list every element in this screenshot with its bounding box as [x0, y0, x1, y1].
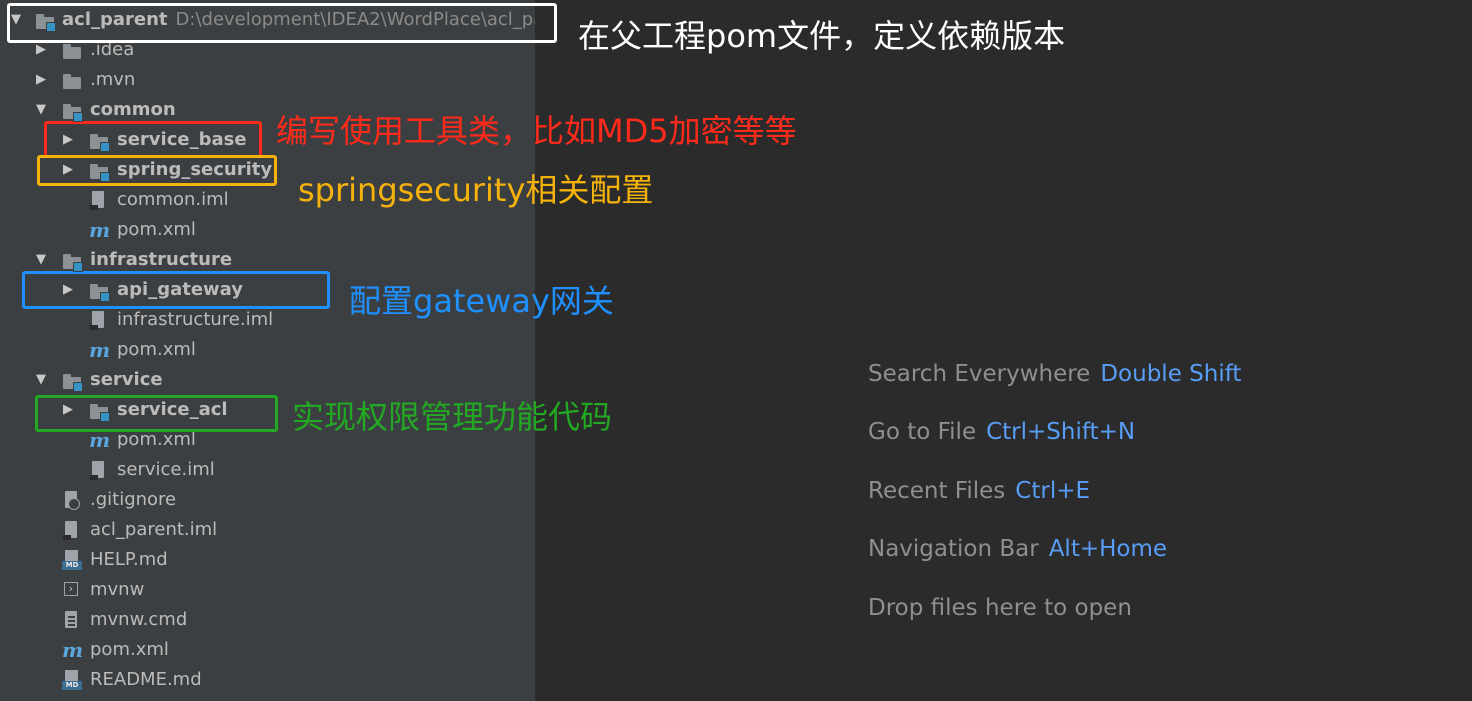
tree-item-label: acl_parent.iml — [90, 519, 218, 540]
module-folder-icon — [62, 100, 83, 122]
hint-navigation-bar: Navigation Bar Alt+Home — [868, 536, 1168, 562]
highlight-box-service-acl — [35, 395, 278, 432]
annotation-api-gateway: 配置gateway网关 — [349, 282, 614, 320]
maven-icon: m — [89, 428, 111, 452]
text-file-icon — [62, 610, 82, 630]
tree-item-label: service.iml — [117, 459, 215, 480]
tree-item-label: mvnw.cmd — [90, 609, 188, 630]
tree-item-label: pom.xml — [117, 339, 196, 360]
highlight-box-spring-security — [37, 155, 277, 186]
folder-icon — [62, 70, 82, 90]
maven-icon: m — [89, 218, 111, 242]
iml-file-icon — [89, 460, 109, 480]
tree-item-label: service — [90, 369, 163, 390]
project-tree-panel: ▼ acl_parent D:\development\IDEA2\WordPla… — [0, 0, 535, 701]
shell-script-icon: › — [64, 582, 78, 596]
iml-file-icon — [89, 190, 109, 210]
hint-go-to-file: Go to File Ctrl+Shift+N — [868, 419, 1136, 445]
iml-file-icon — [89, 310, 109, 330]
annotation-service-base: 编写使用工具类，比如MD5加密等等 — [276, 112, 797, 150]
shortcut-alt-home: Alt+Home — [1048, 536, 1168, 562]
shortcut-ctrl-shift-n: Ctrl+Shift+N — [986, 419, 1136, 445]
shortcut-ctrl-e: Ctrl+E — [1015, 478, 1091, 504]
tree-item-label: infrastructure.iml — [117, 309, 274, 330]
maven-icon: m — [62, 638, 84, 662]
chevron-right-icon[interactable]: ▶ — [34, 65, 48, 95]
tree-item-label: .gitignore — [90, 489, 177, 510]
annotation-parent: 在父工程pom文件，定义依赖版本 — [578, 17, 1066, 55]
tree-item-label: HELP.md — [90, 549, 168, 570]
hint-search-everywhere: Search Everywhere Double Shift — [868, 361, 1242, 387]
markdown-file-icon: MD — [62, 670, 82, 690]
hint-recent-files: Recent Files Ctrl+E — [868, 478, 1091, 504]
iml-file-icon — [62, 520, 82, 540]
tree-item-label: pom.xml — [117, 219, 196, 240]
hint-drop-files: Drop files here to open — [868, 595, 1132, 621]
highlight-box-api-gateway — [22, 271, 330, 309]
chevron-down-icon[interactable]: ▼ — [34, 365, 48, 395]
module-folder-icon — [62, 250, 83, 272]
tree-item-label: .mvn — [90, 69, 136, 90]
annotation-spring-security: springsecurity相关配置 — [298, 171, 654, 209]
highlight-box-parent — [7, 3, 557, 43]
tree-item-label: pom.xml — [90, 639, 169, 660]
module-folder-icon — [62, 370, 83, 392]
tree-item-label: common.iml — [117, 189, 229, 210]
tree-item-label: README.md — [90, 669, 202, 690]
highlight-box-service-base — [44, 121, 262, 158]
tree-item-label: mvnw — [90, 579, 145, 600]
folder-icon — [62, 40, 82, 60]
shortcut-double-shift: Double Shift — [1100, 361, 1242, 387]
gitignore-file-icon — [62, 490, 82, 510]
markdown-file-icon: MD — [62, 550, 82, 570]
maven-icon: m — [89, 338, 111, 362]
annotation-service-acl: 实现权限管理功能代码 — [292, 398, 613, 436]
